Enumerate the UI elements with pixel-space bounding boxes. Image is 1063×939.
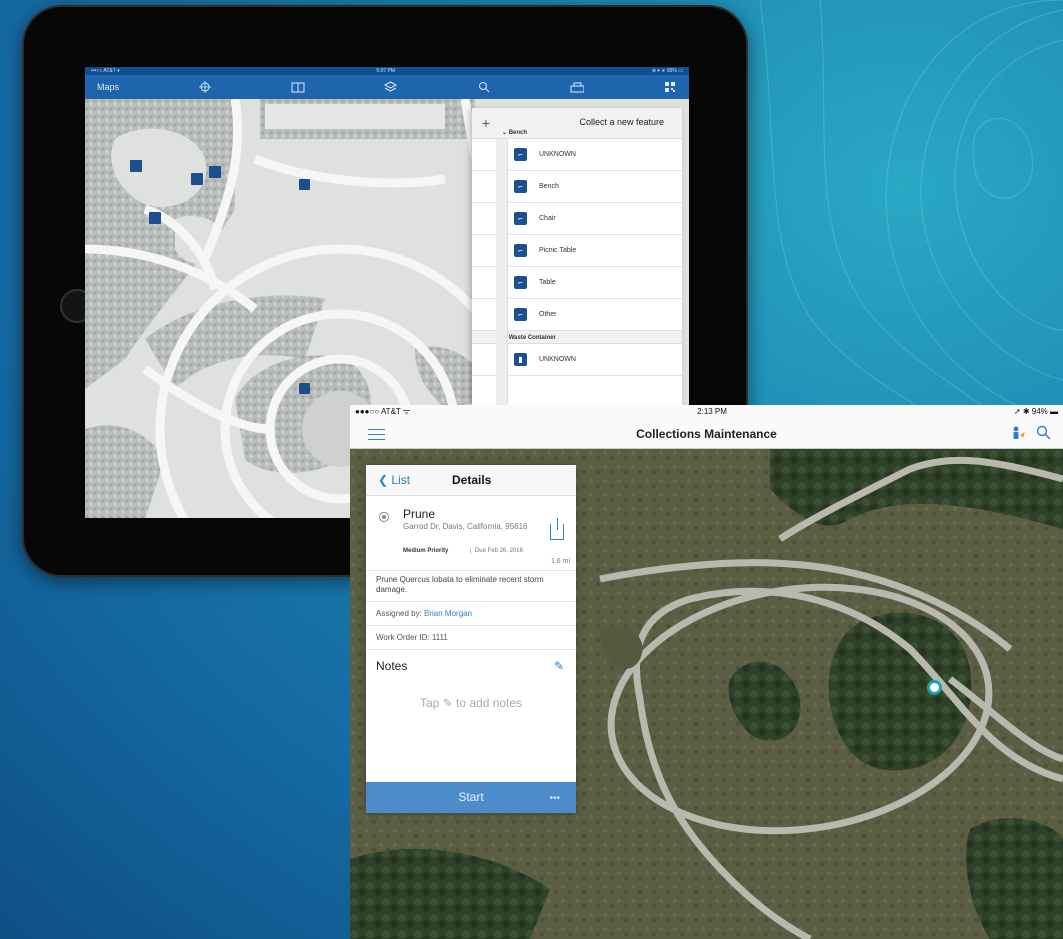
bench-icon: ⌐: [514, 180, 527, 193]
priority-label: Medium Priority: [403, 548, 449, 554]
share-icon[interactable]: [550, 518, 564, 540]
layers-icon[interactable]: [384, 81, 398, 93]
details-title: Details: [452, 473, 492, 487]
notes-heading: Notes: [376, 659, 408, 673]
phone-status-bar: ●●●○○ AT&T ᯤ 2:13 PM ➚ ✱ 94% ▬: [350, 405, 1063, 418]
search-icon[interactable]: [1036, 425, 1051, 444]
ipad-status-bar: •••○○ AT&T ▾ 5:07 PM ⊕ ▾ ∗ 95% ▭: [85, 67, 689, 75]
phone-battery: ➚ ✱ 94% ▬: [1013, 407, 1058, 416]
more-options-icon[interactable]: •••: [549, 793, 560, 804]
work-order-id: Work Order ID: 1111: [366, 626, 576, 650]
assigned-by-link[interactable]: Brian Morgan: [424, 609, 472, 618]
bookmarks-icon[interactable]: [291, 81, 305, 93]
phone-time: 2:13 PM: [697, 407, 727, 416]
panel-scroll-edge[interactable]: [496, 139, 508, 418]
locate-icon[interactable]: [198, 81, 212, 93]
assigned-by: Assigned by: Brian Morgan: [366, 602, 576, 626]
phone-carrier: ●●●○○ AT&T ᯤ: [355, 407, 411, 416]
ipad-time: 5:07 PM: [376, 68, 396, 74]
phone-nav-bar: Collections Maintenance: [350, 418, 1063, 449]
collect-panel-title: Collect a new feature: [579, 117, 664, 127]
group-waste-text: Waste Container: [508, 335, 556, 341]
feature-item-label: UNKNOWN: [539, 356, 576, 363]
page-title: Collections Maintenance: [636, 427, 777, 441]
feature-item-label: Table: [539, 279, 556, 286]
collect-panel-header: + Collect a new feature ⌄ Bench: [472, 108, 682, 139]
bench-icon: ⌐: [514, 212, 527, 225]
back-label: List: [391, 473, 411, 487]
group-bench-text: Bench: [508, 130, 528, 136]
ipad-toolbar: Maps: [85, 75, 689, 99]
assigned-prefix: Assigned by:: [376, 609, 425, 618]
feature-item-label: UNKNOWN: [539, 151, 576, 158]
work-order-description: Prune Quercus lobata to eliminate recent…: [366, 571, 576, 602]
details-panel: ❮ List Details Prune Garrod Dr, Davis, C…: [366, 465, 576, 813]
work-order-summary: Prune Garrod Dr, Davis, California, 9561…: [366, 496, 576, 571]
distance: 1.6 mi: [550, 558, 570, 565]
bench-icon: ⌐: [514, 308, 527, 321]
collect-icon[interactable]: [570, 81, 584, 93]
start-label: Start: [458, 790, 484, 804]
location-marker[interactable]: [927, 680, 942, 695]
start-button[interactable]: Start: [366, 782, 576, 813]
work-order-name: Prune: [403, 507, 436, 521]
back-to-list-button[interactable]: ❮ List: [378, 473, 410, 487]
ipad-battery: ⊕ ▾ ∗ 95% ▭: [651, 68, 683, 74]
waste-container-icon: ▮: [514, 353, 527, 366]
add-feature-icon[interactable]: +: [472, 107, 500, 139]
ipad-carrier: •••○○ AT&T ▾: [91, 68, 120, 74]
notes-placeholder: Tap ✎ to add notes: [419, 696, 523, 710]
feature-item-label: Chair: [539, 215, 556, 222]
status-radio[interactable]: [379, 512, 389, 522]
navigate-user-icon[interactable]: [1010, 425, 1026, 444]
collect-feature-panel: + Collect a new feature ⌄ Bench ⌐ UNKNOWN…: [472, 108, 682, 418]
feature-item-label: Bench: [539, 183, 559, 190]
maps-button[interactable]: Maps: [97, 82, 119, 92]
edit-notes-icon[interactable]: ✎: [554, 659, 564, 673]
qr-icon[interactable]: [663, 81, 677, 93]
bench-icon: ⌐: [514, 244, 527, 257]
due-date-text: Due Feb 26, 2016: [474, 548, 523, 554]
bench-icon: ⌐: [514, 148, 527, 161]
details-header: ❮ List Details: [366, 465, 576, 496]
feature-item-label: Other: [539, 311, 557, 318]
work-order-address: Garrod Dr, Davis, California, 95616: [403, 522, 528, 531]
search-icon[interactable]: [477, 81, 491, 93]
bench-icon: ⌐: [514, 276, 527, 289]
group-label-bench: ⌄ Bench: [502, 130, 528, 136]
feature-item-label: Picnic Table: [539, 247, 577, 254]
due-date: | Due Feb 26, 2016: [470, 548, 523, 554]
